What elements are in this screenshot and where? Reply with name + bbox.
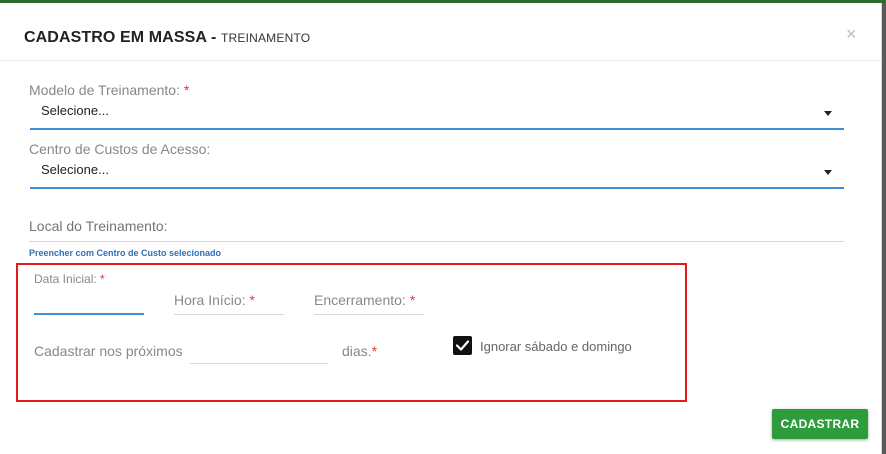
cadastrar-button[interactable]: CADASTRAR xyxy=(772,409,868,439)
modal-header: CADASTRO EM MASSA - TREINAMENTO × xyxy=(0,3,882,61)
modelo-select[interactable]: Selecione... xyxy=(30,100,844,130)
encerramento-input[interactable] xyxy=(314,289,424,315)
mass-registration-modal: CADASTRO EM MASSA - TREINAMENTO × Modelo… xyxy=(0,3,882,454)
data-inicial-label: Data Inicial: * xyxy=(34,272,105,286)
data-inicial-input[interactable] xyxy=(34,291,144,315)
dias-label-text: dias. xyxy=(342,343,372,359)
proximos-days-input[interactable] xyxy=(190,337,328,364)
ignorar-fim-de-semana-checkbox[interactable] xyxy=(453,336,472,355)
modal-title: CADASTRO EM MASSA - TREINAMENTO xyxy=(24,29,310,47)
modelo-select-value: Selecione... xyxy=(41,103,109,118)
highlight-box xyxy=(16,263,687,402)
required-mark: * xyxy=(371,343,378,359)
modelo-label: Modelo de Treinamento: * xyxy=(29,82,189,98)
ignorar-label: Ignorar sábado e domingo xyxy=(480,339,632,354)
centro-label: Centro de Custos de Acesso: xyxy=(29,141,210,157)
close-icon[interactable]: × xyxy=(846,25,857,43)
proximos-label: Cadastrar nos próximos xyxy=(34,343,183,359)
modelo-label-text: Modelo de Treinamento: xyxy=(29,82,180,98)
modal-subtitle: TREINAMENTO xyxy=(220,31,311,45)
modal-title-text: CADASTRO EM MASSA - xyxy=(24,29,217,46)
centro-select-value: Selecione... xyxy=(41,162,109,177)
dias-label: dias.* xyxy=(342,343,377,359)
chevron-down-icon xyxy=(824,170,832,175)
centro-select[interactable]: Selecione... xyxy=(30,159,844,189)
chevron-down-icon xyxy=(824,111,832,116)
local-input[interactable] xyxy=(29,211,844,242)
fill-cost-center-link[interactable]: Preencher com Centro de Custo selecionad… xyxy=(29,248,221,258)
data-inicial-label-text: Data Inicial: xyxy=(34,272,97,286)
centro-label-text: Centro de Custos de Acesso: xyxy=(29,141,211,157)
hora-inicio-input[interactable] xyxy=(174,289,284,315)
required-mark: * xyxy=(100,272,105,286)
checkmark-icon xyxy=(455,340,470,351)
required-mark: * xyxy=(183,82,190,98)
